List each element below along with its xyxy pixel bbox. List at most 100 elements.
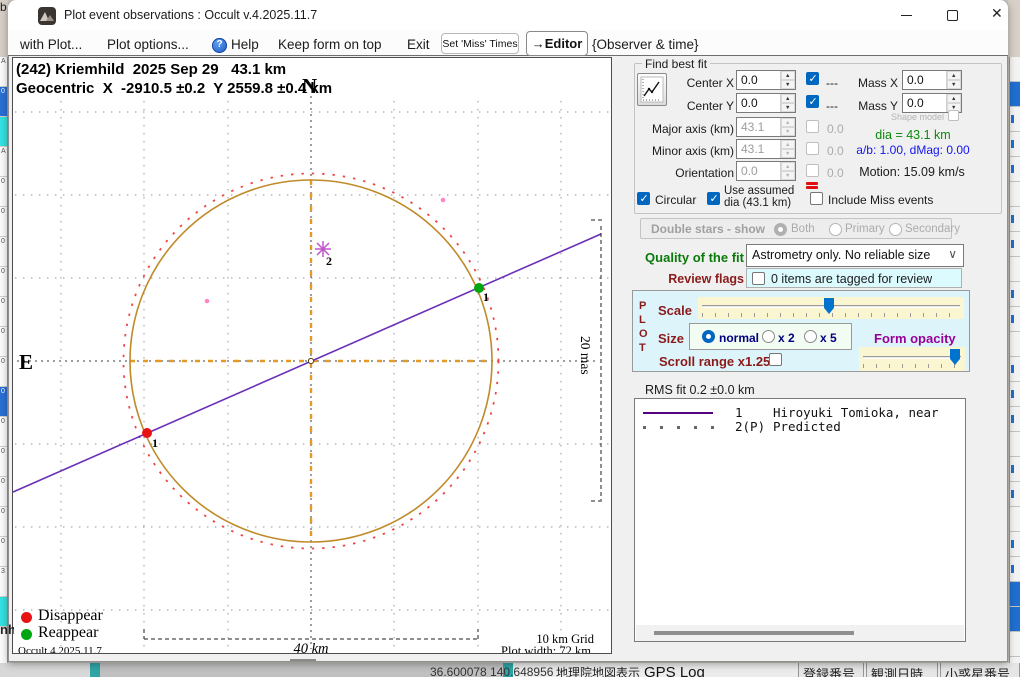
attention-mark-icon xyxy=(806,182,818,185)
bg-cell: A xyxy=(0,57,8,87)
observer-time-label[interactable]: {Observer & time} xyxy=(592,37,699,52)
plot-canvas[interactable] xyxy=(13,58,611,653)
attention-mark-icon xyxy=(806,186,818,189)
bg-row xyxy=(1010,357,1020,382)
primary-radio xyxy=(829,223,842,236)
minor-axis-sigma: 0.0 xyxy=(827,144,844,158)
include-miss-events-checkbox[interactable] xyxy=(810,192,823,205)
bg-cell: 0 xyxy=(0,417,8,447)
scale-slider[interactable] xyxy=(698,297,964,319)
mass-x-spinner[interactable]: 0.0 xyxy=(902,70,962,90)
center-y-value[interactable]: 0.0 xyxy=(737,94,780,112)
scale-slider-thumb[interactable] xyxy=(824,298,834,314)
window-resize-grip[interactable] xyxy=(290,659,316,661)
spin-up-icon[interactable] xyxy=(781,94,795,103)
double-stars-group: Double stars - show Both Primary Seconda… xyxy=(640,218,952,239)
bg-row xyxy=(1010,482,1020,507)
center-x-label: Center X xyxy=(646,76,734,90)
form-opacity-label: Form opacity xyxy=(874,331,956,346)
minor-axis-label: Minor axis (km) xyxy=(646,144,734,158)
background-coordinates: 36.600078 140.648956 xyxy=(430,665,553,677)
find-best-fit-label: Find best fit xyxy=(642,57,710,71)
spin-down-icon[interactable] xyxy=(781,80,795,89)
menu-exit[interactable]: Exit xyxy=(407,37,430,52)
observer-list[interactable]: 1 Hiroyuki Tomioka, near 2(P) Predicted xyxy=(634,398,966,642)
minimize-button[interactable] xyxy=(891,4,921,26)
center-marker xyxy=(308,358,313,363)
review-flags-box: 0 items are tagged for review xyxy=(746,268,962,288)
background-map-button[interactable]: 地理院地図表示 xyxy=(556,664,640,677)
shape-model-checkbox[interactable] xyxy=(948,110,959,121)
spin-up-icon[interactable] xyxy=(947,71,961,80)
bg-row xyxy=(1010,407,1020,432)
center-x-spinner[interactable]: 0.0 xyxy=(736,70,796,90)
mass-y-value[interactable]: 0.0 xyxy=(903,94,946,112)
plot-controls-panel: P L O T Scale Size normal x 2 x 5 Form o… xyxy=(632,290,970,372)
spin-down-icon xyxy=(781,171,795,180)
menu-plot-options[interactable]: Plot options... xyxy=(107,37,189,52)
use-assumed-line2: dia (43.1 km) xyxy=(724,197,791,209)
spin-up-icon xyxy=(781,118,795,127)
spin-up-icon[interactable] xyxy=(947,94,961,103)
bg-row xyxy=(1010,232,1020,257)
menu-keep-form-on-top[interactable]: Keep form on top xyxy=(278,37,382,52)
size-x5-radio[interactable] xyxy=(804,330,817,343)
bg-row xyxy=(1010,457,1020,482)
background-column-header: 登録番号 xyxy=(798,663,864,677)
bg-cell: 0 xyxy=(0,447,8,477)
size-normal-radio[interactable] xyxy=(702,330,715,343)
circular-checkbox[interactable] xyxy=(637,192,650,205)
scrollbar-thumb[interactable] xyxy=(654,631,854,635)
form-opacity-slider-thumb[interactable] xyxy=(950,349,960,365)
quality-of-fit-dropdown[interactable]: Astrometry only. No reliable size xyxy=(746,244,964,267)
use-assumed-dia-checkbox[interactable] xyxy=(707,192,720,205)
bg-row xyxy=(1010,257,1020,282)
set-miss-times-button[interactable]: Set 'Miss' Times xyxy=(441,33,519,54)
horizontal-scrollbar[interactable] xyxy=(636,625,964,641)
bg-row xyxy=(1010,282,1020,307)
maximize-button[interactable] xyxy=(937,4,967,26)
circular-label: Circular xyxy=(655,193,696,207)
center-x-dash: --- xyxy=(826,76,838,90)
disappear-point[interactable] xyxy=(142,428,152,438)
bg-cell: 0 xyxy=(0,537,8,567)
spin-down-icon[interactable] xyxy=(947,80,961,89)
ab-dmag-readout: a/b: 1.00, dMag: 0.00 xyxy=(852,143,974,157)
primary-label: Primary xyxy=(845,223,885,235)
close-button[interactable] xyxy=(983,4,1013,26)
bg-cell: 0 xyxy=(0,507,8,537)
center-x-lock-checkbox[interactable] xyxy=(806,72,819,85)
bg-row xyxy=(1010,382,1020,407)
bg-cell: 0 xyxy=(0,207,8,237)
menu-help[interactable]: Help xyxy=(231,37,259,52)
spin-down-icon[interactable] xyxy=(781,103,795,112)
center-x-value[interactable]: 0.0 xyxy=(737,71,780,89)
editor-button[interactable]: →Editor xyxy=(526,31,588,56)
bg-row xyxy=(1010,182,1020,207)
menu-with-plot[interactable]: with Plot... xyxy=(20,37,82,52)
bg-row xyxy=(1010,107,1020,132)
both-radio xyxy=(774,223,787,236)
bg-row xyxy=(1010,507,1020,532)
bg-row xyxy=(1010,307,1020,332)
size-x2-radio[interactable] xyxy=(762,330,775,343)
size-x5-label: x 5 xyxy=(820,331,837,345)
mass-x-value[interactable]: 0.0 xyxy=(903,71,946,89)
background-gps-log-button[interactable]: GPS Log xyxy=(644,664,705,677)
bg-cell: 0 xyxy=(0,327,8,357)
title-bar[interactable]: Plot event observations : Occult v.4.202… xyxy=(8,0,1008,30)
spin-down-icon xyxy=(781,127,795,136)
center-y-lock-checkbox[interactable] xyxy=(806,95,819,108)
background-column-header: 小惑星番号 xyxy=(940,663,1020,677)
form-opacity-slider[interactable] xyxy=(859,347,965,371)
bg-cell: A xyxy=(0,147,8,177)
spin-up-icon[interactable] xyxy=(781,71,795,80)
bg-row xyxy=(1010,532,1020,557)
disappear-legend-dot xyxy=(21,612,32,623)
review-flags-checkbox[interactable] xyxy=(752,272,765,285)
center-y-spinner[interactable]: 0.0 xyxy=(736,93,796,113)
scroll-range-checkbox[interactable] xyxy=(769,353,782,366)
observer-number: 1 xyxy=(735,405,743,420)
bg-row xyxy=(1010,332,1020,357)
rms-fit-readout: RMS fit 0.2 ±0.0 km xyxy=(645,383,755,397)
